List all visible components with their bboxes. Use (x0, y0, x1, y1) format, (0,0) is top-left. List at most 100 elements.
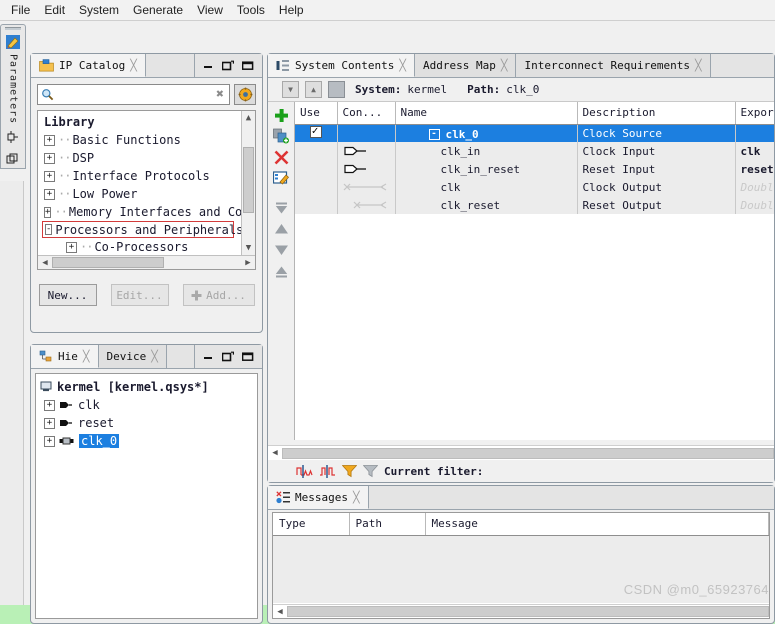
use-checkbox-cell[interactable] (295, 124, 338, 142)
restore-icon[interactable] (242, 351, 254, 362)
move-down-icon[interactable] (272, 241, 290, 259)
column-header-type[interactable]: Type (273, 513, 350, 536)
connections-cell[interactable] (337, 142, 396, 160)
scroll-down-icon[interactable]: ▼ (246, 241, 251, 255)
expand-icon[interactable]: + (66, 241, 77, 253)
menu-item-help[interactable]: Help (272, 1, 311, 19)
expand-icon[interactable]: + (44, 188, 55, 200)
table-row[interactable]: - clk_0 Clock Source (295, 124, 774, 142)
minimize-icon[interactable] (203, 351, 214, 362)
scroll-thumb[interactable] (243, 147, 254, 213)
tab-messages[interactable]: Messages ╳ (268, 486, 369, 509)
hierarchy-item-reset[interactable]: + reset (40, 414, 253, 432)
tree-item-memory-interfaces[interactable]: + ·· Memory Interfaces and Contro (42, 203, 241, 221)
table-row[interactable]: clk_reset Reset Output Double-click to e… (295, 196, 774, 214)
menu-item-generate[interactable]: Generate (126, 1, 190, 19)
move-up-icon[interactable] (272, 220, 290, 238)
ip-tree-horizontal-scrollbar[interactable]: ◀ ▶ (38, 255, 255, 269)
tab-system-contents[interactable]: System Contents ╳ (268, 54, 415, 77)
minimize-icon[interactable] (203, 60, 214, 71)
column-header-message[interactable]: Message (425, 513, 769, 536)
expand-icon[interactable]: + (44, 206, 52, 218)
clear-x-icon[interactable]: ✖ (216, 87, 226, 102)
use-checkbox-cell[interactable] (295, 196, 338, 214)
connections-cell[interactable] (337, 160, 396, 178)
column-header-name[interactable]: Name (395, 102, 578, 125)
tab-hierarchy[interactable]: Hie ╳ (31, 345, 99, 368)
tree-item-co-processors[interactable]: + ·· Co-Processors (42, 238, 241, 255)
name-cell[interactable]: - clk_0 (395, 124, 578, 142)
new-button[interactable]: New... (38, 284, 97, 306)
close-icon[interactable]: ╳ (130, 59, 137, 72)
column-header-export[interactable]: Export (735, 102, 774, 125)
column-header-connections[interactable]: Con... (337, 102, 396, 125)
search-input-wrapper[interactable]: ✖ (37, 84, 230, 105)
funnel-clear-icon[interactable] (363, 464, 378, 478)
tree-item-processors-and-peripherals[interactable]: - Processors and Peripherals (42, 221, 241, 238)
parameters-dock-tab[interactable]: Parameters (0, 24, 26, 169)
maximize-icon[interactable] (222, 351, 234, 362)
scroll-thumb[interactable] (52, 257, 164, 268)
table-row[interactable]: clk_in Clock Input clk (295, 142, 774, 160)
scroll-right-icon[interactable]: ▶ (241, 258, 255, 268)
tree-item-low-power[interactable]: + ·· Low Power (42, 185, 241, 203)
remove-icon[interactable] (272, 148, 290, 166)
signal-filter-icon[interactable] (296, 464, 313, 478)
hierarchy-tree[interactable]: kermel [kermel.qsys*] + clk + reset + cl… (35, 373, 258, 619)
tree-item-library[interactable]: Library (42, 113, 241, 131)
expand-icon[interactable]: + (44, 134, 55, 146)
connections-cell[interactable] (337, 196, 396, 214)
expand-icon[interactable]: + (44, 170, 55, 182)
menu-item-file[interactable]: File (4, 1, 37, 19)
use-checkbox-cell[interactable] (295, 160, 338, 178)
move-top-icon[interactable] (272, 199, 290, 217)
tree-item-dsp[interactable]: + ·· DSP (42, 149, 241, 167)
tab-ip-catalog[interactable]: IP Catalog ╳ (31, 54, 146, 77)
menu-item-view[interactable]: View (190, 1, 230, 19)
scroll-left-icon[interactable]: ◀ (273, 607, 287, 617)
expand-icon[interactable]: + (44, 152, 55, 164)
collapse-icon[interactable]: - (45, 224, 53, 235)
scroll-thumb[interactable] (282, 447, 774, 459)
column-header-path[interactable]: Path (349, 513, 426, 536)
move-bottom-icon[interactable] (272, 262, 290, 280)
export-cell[interactable]: reset (735, 160, 774, 178)
system-node-icon[interactable] (328, 81, 345, 98)
hierarchy-item-clk[interactable]: + clk (40, 396, 253, 414)
expand-icon[interactable]: + (44, 399, 55, 411)
dock-pin-icon[interactable] (5, 130, 21, 146)
tab-device[interactable]: Device ╳ (98, 345, 167, 368)
column-header-description[interactable]: Description (577, 102, 736, 125)
use-checkbox-cell[interactable] (295, 178, 338, 196)
scroll-left-icon[interactable]: ◀ (268, 448, 282, 458)
close-icon[interactable]: ╳ (695, 59, 702, 72)
restore-icon[interactable] (242, 60, 254, 71)
menu-item-system[interactable]: System (72, 1, 126, 19)
export-cell[interactable]: clk (735, 142, 774, 160)
expand-icon[interactable]: + (44, 435, 55, 447)
menu-item-edit[interactable]: Edit (37, 1, 72, 19)
tab-address-map[interactable]: Address Map ╳ (414, 54, 517, 77)
export-cell[interactable]: Double-click to export (735, 178, 774, 196)
system-contents-table[interactable]: Use Con... Name Description Export (294, 102, 774, 440)
column-header-use[interactable]: Use (295, 102, 338, 125)
up-level-icon[interactable]: ▲ (305, 81, 322, 98)
gear-icon[interactable] (234, 84, 256, 105)
ip-catalog-tree[interactable]: Library + ·· Basic Functions + ·· DSP + (37, 110, 256, 270)
hierarchy-item-clk-0[interactable]: + clk_0 (40, 432, 253, 450)
name-cell[interactable]: clk_in_reset (395, 160, 578, 178)
export-cell[interactable] (735, 124, 774, 142)
use-checkbox-cell[interactable] (295, 142, 338, 160)
add-icon[interactable] (272, 106, 290, 124)
connections-cell[interactable] (337, 178, 396, 196)
close-icon[interactable]: ╳ (83, 350, 90, 363)
tree-item-basic-functions[interactable]: + ·· Basic Functions (42, 131, 241, 149)
tab-interconnect-requirements[interactable]: Interconnect Requirements ╳ (516, 54, 711, 77)
funnel-active-icon[interactable] (342, 464, 357, 478)
expand-icon[interactable]: + (44, 417, 55, 429)
export-cell[interactable]: Double-click to export (735, 196, 774, 214)
ip-tree-vertical-scrollbar[interactable]: ▲ ▼ (241, 111, 255, 255)
duplicate-icon[interactable] (272, 127, 290, 145)
table-row[interactable]: clk_in_reset Reset Input reset (295, 160, 774, 178)
scroll-up-icon[interactable]: ▲ (246, 111, 251, 125)
